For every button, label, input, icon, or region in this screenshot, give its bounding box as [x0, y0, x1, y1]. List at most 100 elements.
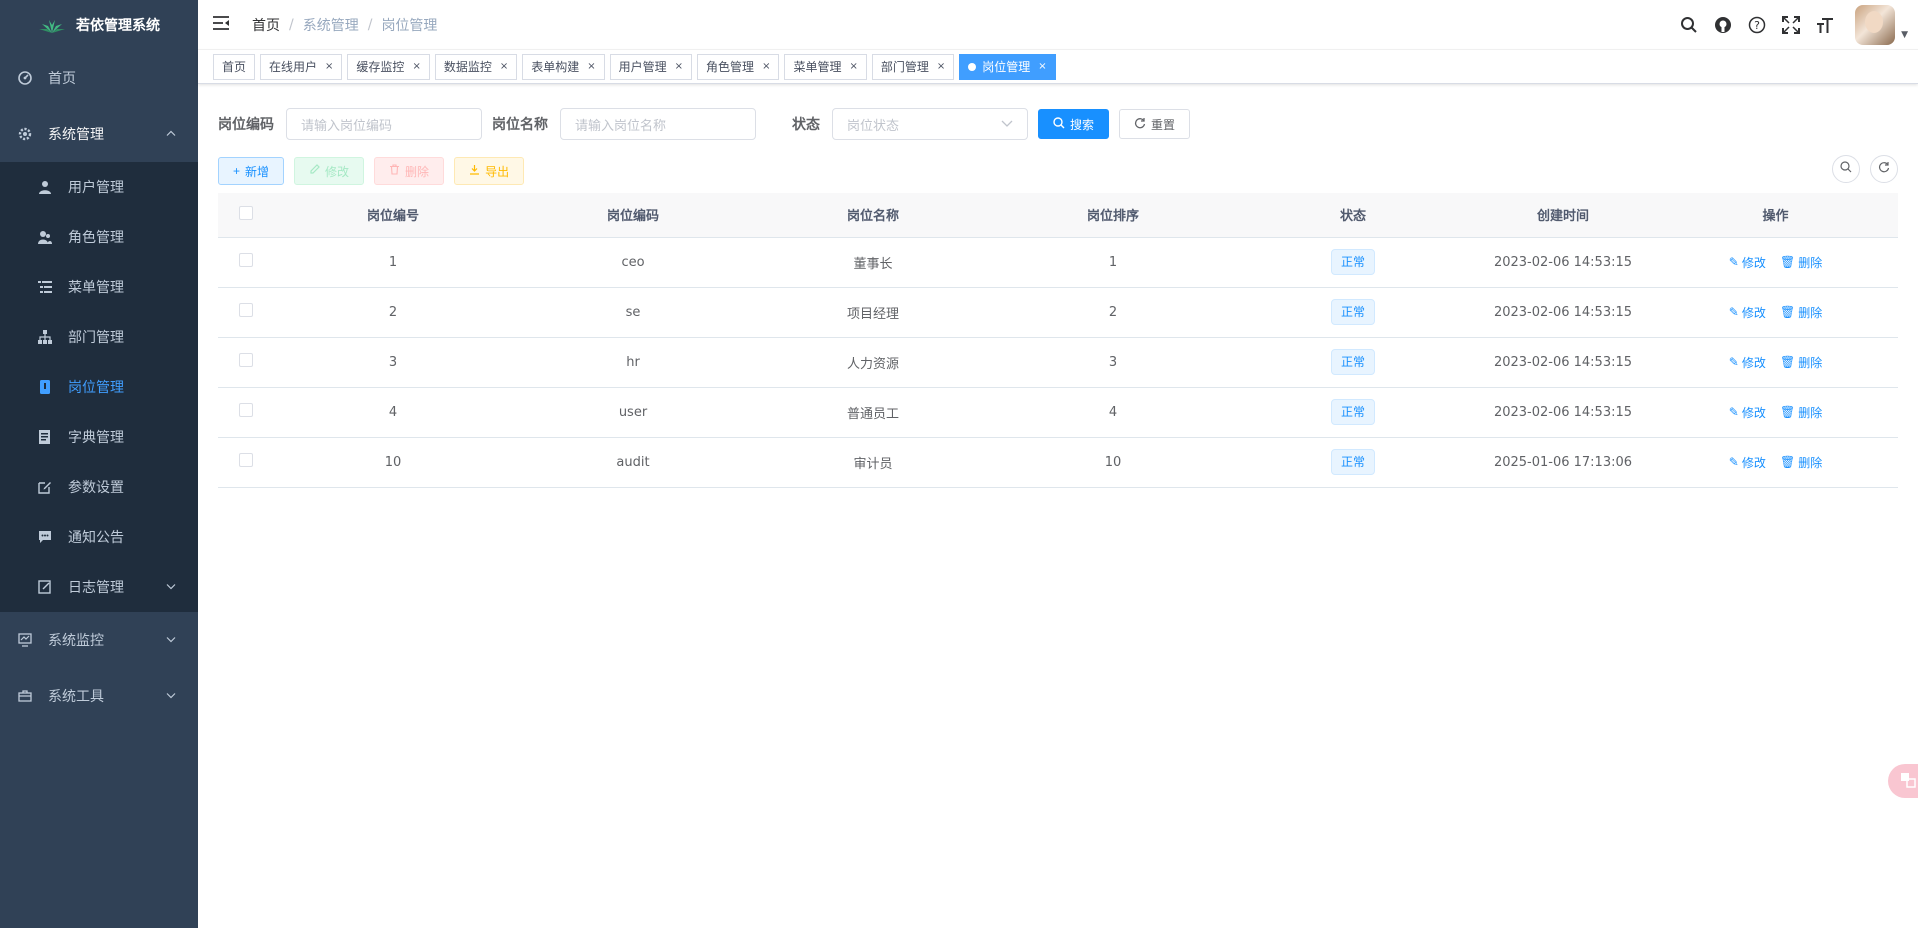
sidebar-item-dicts[interactable]: 字典管理 [0, 412, 198, 462]
row-checkbox[interactable] [238, 353, 253, 367]
row-checkbox[interactable] [238, 453, 253, 467]
refresh-button[interactable] [1870, 155, 1898, 183]
sidebar-item-menus[interactable]: 菜单管理 [0, 262, 198, 312]
sidebar-item-posts[interactable]: 岗位管理 [0, 362, 198, 412]
plus-icon: + [233, 164, 241, 178]
add-button[interactable]: + 新增 [218, 157, 285, 185]
row-delete-button[interactable]: 🗑 删除 [1780, 404, 1822, 421]
tags-view: 首页 在线用户 × 缓存监控 × 数据监控 × 表单构建 × 用户管理 × 角色管理 × 菜… [198, 50, 1918, 84]
status-badge: 正常 [1330, 449, 1375, 475]
close-icon[interactable]: × [849, 55, 857, 79]
delete-icon: 🗑 [1779, 405, 1796, 419]
tag-home[interactable]: 首页 [213, 53, 256, 80]
close-icon[interactable]: × [587, 55, 595, 79]
cell-post-id: 4 [273, 387, 513, 438]
cell-post-id: 1 [273, 237, 513, 288]
sidebar-item-label: 岗位管理 [68, 380, 124, 396]
row-edit-button[interactable]: ✎ 修改 [1729, 454, 1766, 471]
post-code-input[interactable]: 请输入岗位编码 [286, 108, 482, 140]
close-icon[interactable]: × [412, 55, 420, 79]
col-post-sort: 岗位排序 [993, 193, 1233, 238]
toggle-search-button[interactable] [1832, 155, 1860, 183]
fullscreen-icon[interactable] [1781, 15, 1801, 35]
sidebar-item-label: 参数设置 [68, 480, 124, 496]
sidebar-item-roles[interactable]: 角色管理 [0, 212, 198, 262]
tag-druid[interactable]: 数据监控 × [434, 53, 518, 80]
cell-status: 正常 [1233, 437, 1473, 488]
sidebar-item-home[interactable]: 首页 [0, 50, 198, 106]
cell-create-time: 2023-02-06 14:53:15 [1473, 387, 1653, 438]
close-icon[interactable]: × [1038, 55, 1046, 79]
tag-roles[interactable]: 角色管理 × [697, 53, 780, 80]
sidebar-item-tool[interactable]: 系统工具 [0, 668, 198, 724]
select-all-checkbox[interactable] [238, 205, 253, 220]
row-edit-button[interactable]: ✎ 修改 [1729, 304, 1766, 321]
cell-post-name: 项目经理 [753, 287, 993, 338]
tag-build[interactable]: 表单构建 × [522, 53, 605, 80]
row-edit-label: 修改 [1741, 455, 1766, 470]
search-icon[interactable] [1679, 15, 1699, 35]
edit-icon: ✎ [1728, 455, 1739, 469]
translate-float-button[interactable] [1888, 764, 1918, 798]
github-icon[interactable] [1713, 15, 1733, 35]
export-button[interactable]: 导出 [454, 157, 525, 185]
row-delete-button[interactable]: 🗑 删除 [1780, 454, 1822, 471]
close-icon[interactable]: × [937, 55, 945, 79]
tag-posts[interactable]: 岗位管理 × [959, 53, 1056, 80]
status-badge: 正常 [1330, 249, 1375, 275]
tag-depts[interactable]: 部门管理 × [871, 53, 955, 80]
close-icon[interactable]: × [325, 55, 333, 79]
logo[interactable]: 若依管理系统 [0, 0, 198, 50]
tag-label: 角色管理 [706, 59, 755, 74]
row-edit-button[interactable]: ✎ 修改 [1729, 254, 1766, 271]
close-icon[interactable]: × [762, 55, 770, 79]
cell-post-id: 3 [273, 337, 513, 388]
delete-button[interactable]: 删除 [374, 157, 445, 185]
caret-down-icon[interactable]: ▼ [1901, 30, 1908, 40]
sidebar-item-monitor[interactable]: 系统监控 [0, 612, 198, 668]
hamburger-button[interactable] [196, 0, 246, 50]
row-checkbox[interactable] [238, 303, 253, 317]
sidebar-item-users[interactable]: 用户管理 [0, 162, 198, 212]
row-delete-button[interactable]: 🗑 删除 [1780, 304, 1822, 321]
close-icon[interactable]: × [675, 55, 683, 79]
status-label: 状态 [792, 117, 820, 133]
post-code-label: 岗位编码 [218, 117, 274, 133]
tag-label: 部门管理 [880, 59, 929, 74]
tag-users[interactable]: 用户管理 × [609, 53, 693, 80]
edit-button[interactable]: 修改 [294, 157, 365, 185]
row-checkbox[interactable] [238, 403, 253, 417]
tag-cache[interactable]: 缓存监控 × [347, 53, 430, 80]
sidebar-item-logs[interactable]: 日志管理 [0, 562, 198, 612]
tag-online[interactable]: 在线用户 × [260, 53, 343, 80]
close-icon[interactable]: × [500, 55, 508, 79]
sidebar-item-depts[interactable]: 部门管理 [0, 312, 198, 362]
search-button[interactable]: 搜索 [1038, 109, 1110, 139]
post-name-input[interactable]: 请输入岗位名称 [560, 108, 756, 140]
sidebar-item-system[interactable]: 系统管理 [0, 106, 198, 162]
sidebar-item-label: 菜单管理 [68, 280, 124, 296]
row-delete-button[interactable]: 🗑 删除 [1780, 354, 1822, 371]
question-icon[interactable]: ? [1747, 15, 1767, 35]
table-header-row: 岗位编号 岗位编码 岗位名称 岗位排序 状态 创建时间 操作 [218, 193, 1898, 238]
avatar[interactable] [1855, 5, 1896, 45]
tag-menus[interactable]: 菜单管理 × [784, 53, 867, 80]
row-checkbox[interactable] [238, 253, 253, 267]
sidebar-item-config[interactable]: 参数设置 [0, 462, 198, 512]
cell-actions: ✎ 修改 🗑 删除 [1653, 287, 1898, 338]
row-delete-button[interactable]: 🗑 删除 [1780, 254, 1822, 271]
message-icon [38, 530, 52, 544]
delete-icon: 🗑 [1779, 355, 1796, 369]
reset-button[interactable]: 重置 [1119, 109, 1191, 139]
status-select[interactable]: 岗位状态 [832, 108, 1028, 140]
font-size-icon[interactable] [1815, 15, 1835, 35]
row-edit-button[interactable]: ✎ 修改 [1729, 354, 1766, 371]
row-edit-label: 修改 [1741, 405, 1766, 420]
breadcrumb-home[interactable]: 首页 [252, 15, 280, 35]
post-icon [38, 380, 52, 394]
navbar: 首页 / 系统管理 / 岗位管理 ? ▼ [198, 0, 1918, 50]
row-edit-button[interactable]: ✎ 修改 [1729, 404, 1766, 421]
sidebar-item-notice[interactable]: 通知公告 [0, 512, 198, 562]
row-select-cell [218, 337, 273, 388]
cell-status: 正常 [1233, 387, 1473, 438]
